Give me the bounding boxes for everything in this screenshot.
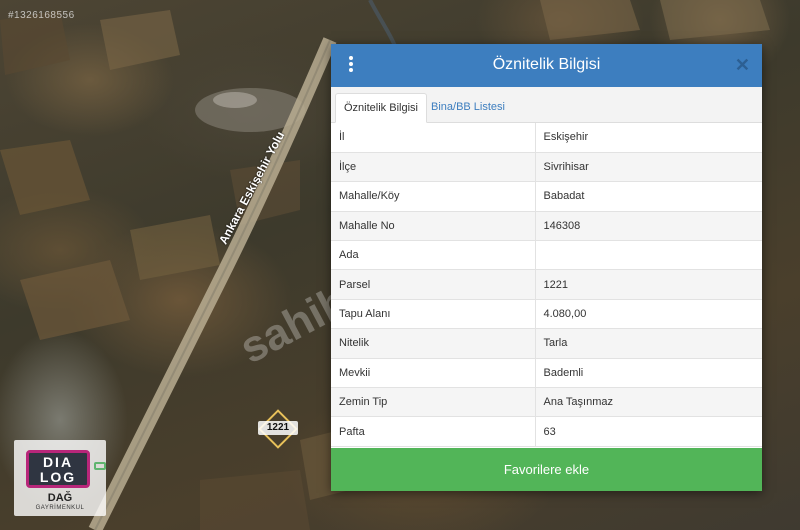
row-value: Tarla <box>535 328 762 359</box>
table-row: Zemin Tip Ana Taşınmaz <box>331 387 762 418</box>
logo-log: LOG <box>39 469 77 485</box>
row-key: Mahalle No <box>331 211 536 242</box>
table-row: İl Eskişehir <box>331 123 762 153</box>
logo-brand: DAĞ <box>47 492 73 504</box>
row-key: Ada <box>331 240 536 271</box>
row-value: Eskişehir <box>535 123 762 153</box>
add-to-favorites-button[interactable]: Favorilere ekle <box>331 448 762 491</box>
row-key: Nitelik <box>331 328 536 359</box>
table-row: Mahalle/Köy Babadat <box>331 181 762 212</box>
table-row: Nitelik Tarla <box>331 328 762 359</box>
table-row: Mevkii Bademli <box>331 358 762 389</box>
table-row: Ada <box>331 240 762 271</box>
table-row: İlçe Sivrihisar <box>331 152 762 183</box>
row-value: Bademli <box>535 358 762 389</box>
row-value: 4.080,00 <box>535 299 762 330</box>
table-row: Tapu Alanı 4.080,00 <box>331 299 762 330</box>
row-value <box>535 240 762 271</box>
row-value: 1221 <box>535 269 762 300</box>
tab-attribute-info[interactable]: Öznitelik Bilgisi <box>335 93 427 123</box>
listing-id-watermark: #1326168556 <box>8 10 75 21</box>
dialog-header: Öznitelik Bilgisi ✕ <box>331 44 762 87</box>
agency-logo: DIA LOG DAĞ GAYRİMENKUL <box>14 440 106 516</box>
table-row: Pafta 63 <box>331 416 762 447</box>
logo-dia: DIA <box>42 454 74 470</box>
logo-subtitle: GAYRİMENKUL <box>35 505 85 511</box>
chat-bubble-icon <box>94 462 106 470</box>
row-value: Sivrihisar <box>535 152 762 183</box>
row-value: 146308 <box>535 211 762 242</box>
row-value: 63 <box>535 416 762 447</box>
attribute-table: İl Eskişehir İlçe Sivrihisar Mahalle/Köy Ba… <box>331 123 762 447</box>
row-key: Zemin Tip <box>331 387 536 418</box>
table-row: Mahalle No 146308 <box>331 211 762 242</box>
row-key: Parsel <box>331 269 536 300</box>
row-key: Tapu Alanı <box>331 299 536 330</box>
dialog-tabs: Öznitelik Bilgisi Bina/BB Listesi <box>331 87 762 123</box>
row-key: İl <box>331 123 536 153</box>
logo-box: DIA LOG <box>26 450 90 488</box>
row-key: Pafta <box>331 416 536 447</box>
row-key: Mevkii <box>331 358 536 389</box>
close-icon[interactable]: ✕ <box>735 55 750 76</box>
table-row: Parsel 1221 <box>331 269 762 300</box>
parcel-number: 1221 <box>258 421 298 435</box>
attribute-info-dialog: Öznitelik Bilgisi ✕ Öznitelik Bilgisi Bi… <box>331 44 762 491</box>
row-key: Mahalle/Köy <box>331 181 536 212</box>
row-value: Babadat <box>535 181 762 212</box>
dialog-title: Öznitelik Bilgisi <box>492 56 601 73</box>
row-key: İlçe <box>331 152 536 183</box>
row-value: Ana Taşınmaz <box>535 387 762 418</box>
tab-building-list[interactable]: Bina/BB Listesi <box>423 93 513 123</box>
parcel-marker[interactable]: 1221 <box>258 409 298 449</box>
